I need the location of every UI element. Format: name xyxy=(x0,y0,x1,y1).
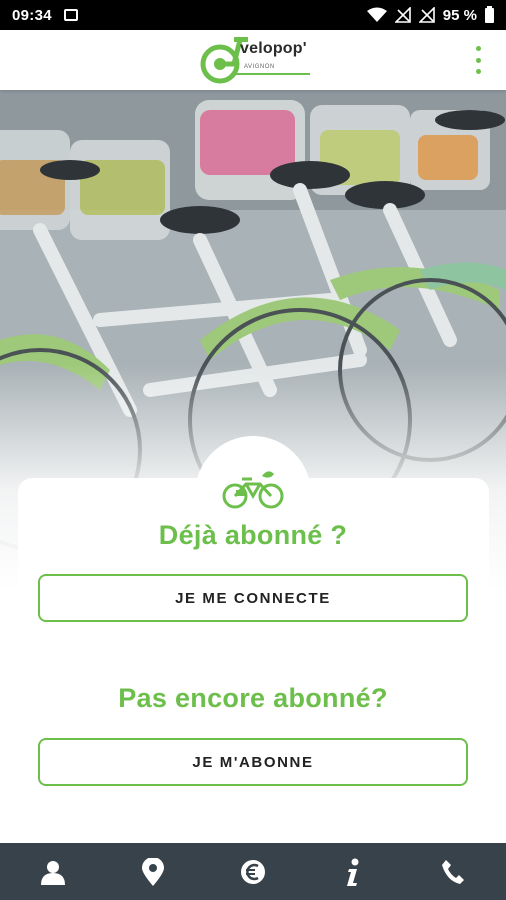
not-subscribed-title: Pas encore abonné? xyxy=(118,683,388,713)
no-signal-icon xyxy=(394,7,411,23)
nav-info[interactable] xyxy=(328,847,378,897)
more-vert-icon[interactable] xyxy=(466,44,490,76)
subscribed-title: Déjà abonné ? xyxy=(158,520,348,550)
bottom-nav xyxy=(0,843,506,900)
app-header: velopop' AVIGNON xyxy=(0,30,506,90)
no-signal-icon xyxy=(418,7,435,23)
login-button[interactable]: JE ME CONNECTE xyxy=(38,574,468,622)
menu-dot xyxy=(475,57,481,63)
wifi-icon xyxy=(366,7,387,22)
logo-subtext: AVIGNON xyxy=(244,64,275,70)
status-bar: 09:34 95 % xyxy=(0,0,506,30)
info-icon xyxy=(347,858,359,886)
nav-contact[interactable] xyxy=(428,847,478,897)
status-right: 95 % xyxy=(366,0,494,30)
battery-label: 95 % xyxy=(442,6,477,24)
map-pin-icon xyxy=(142,857,164,886)
nav-map[interactable] xyxy=(128,847,178,897)
user-icon xyxy=(41,860,65,885)
phone-icon xyxy=(442,859,464,884)
subscribe-button[interactable]: JE M'ABONNE xyxy=(38,738,468,786)
euro-icon xyxy=(241,859,265,884)
nav-pricing[interactable] xyxy=(228,847,278,897)
bike-icon xyxy=(222,471,284,509)
image-icon xyxy=(63,9,78,21)
status-time: 09:34 xyxy=(12,6,52,24)
battery-icon xyxy=(485,5,494,23)
logo-text: velopop' xyxy=(240,40,307,57)
menu-dot xyxy=(475,46,481,51)
menu-dot xyxy=(475,69,481,74)
nav-account[interactable] xyxy=(28,847,78,897)
